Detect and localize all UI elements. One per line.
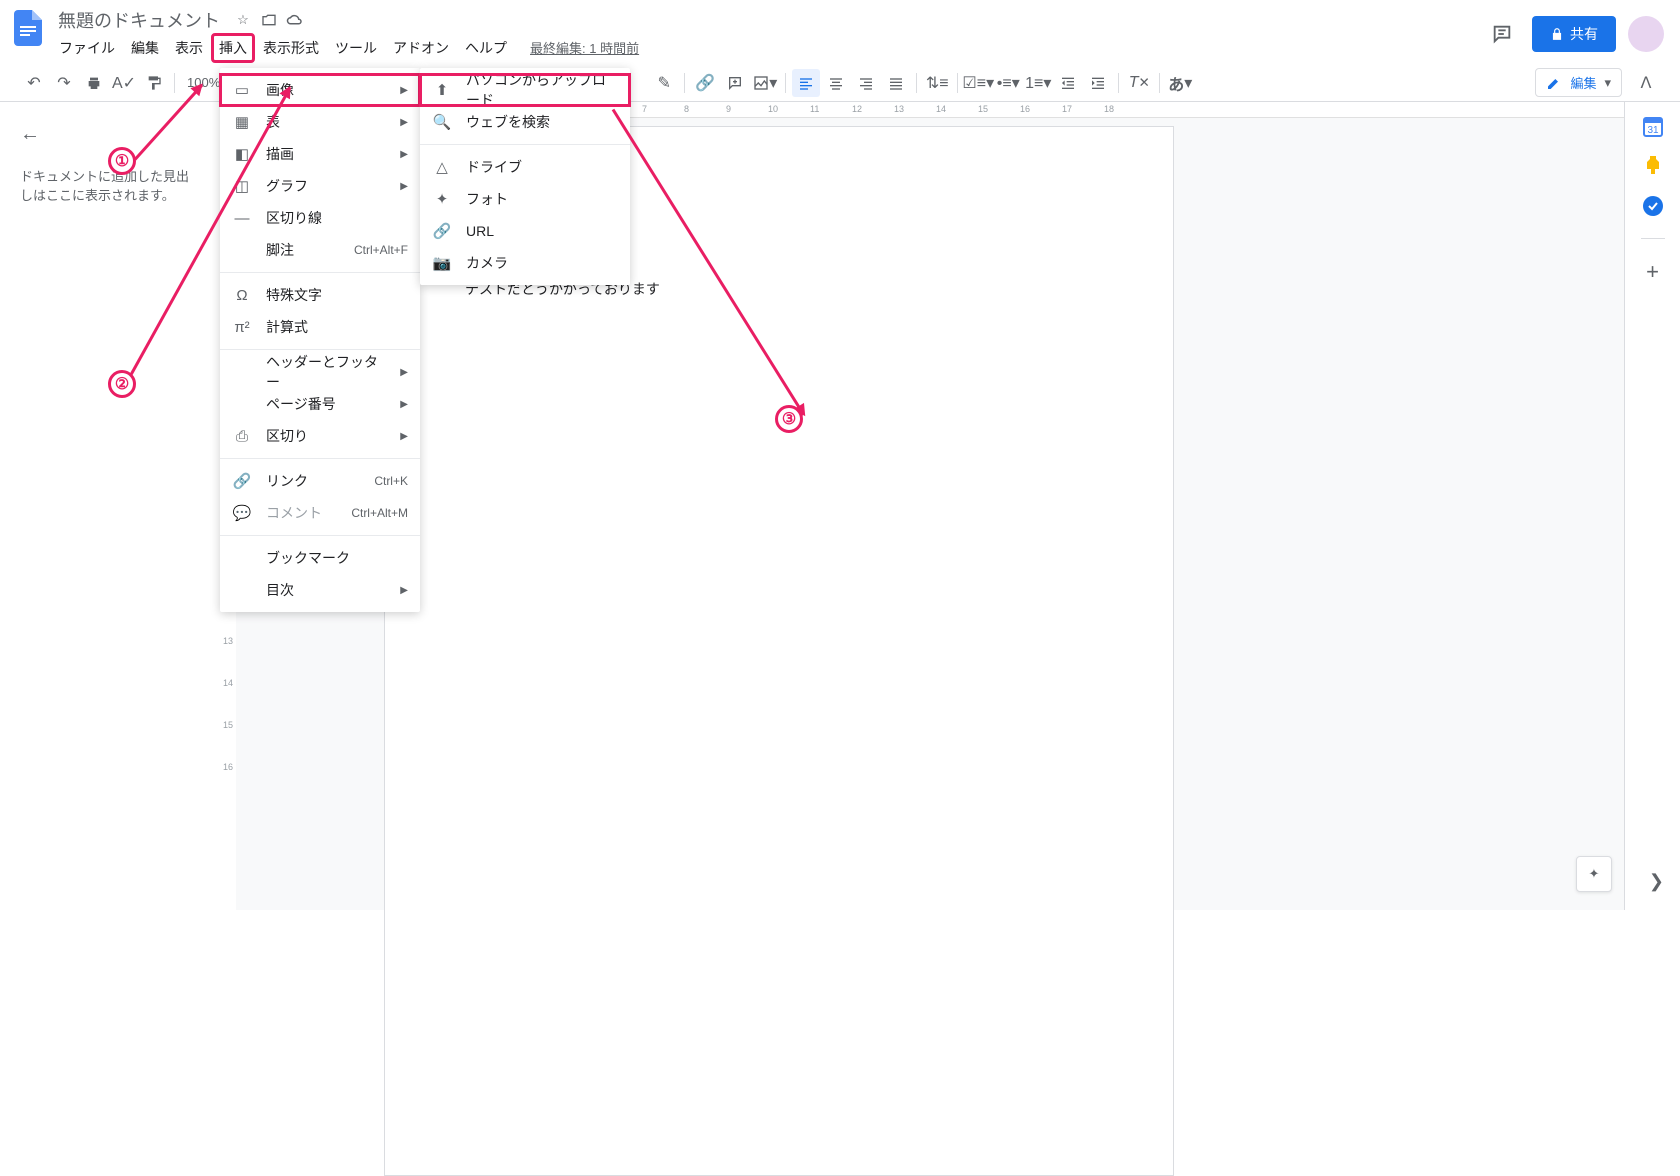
annotation-badge-2: ②	[108, 370, 136, 398]
cloud-icon[interactable]	[286, 11, 304, 29]
highlight-icon[interactable]: ✎	[650, 69, 678, 97]
tasks-icon[interactable]	[1641, 194, 1665, 218]
image-photos[interactable]: ✦フォト	[420, 183, 630, 215]
insert-page-number[interactable]: ページ番号▶	[220, 388, 420, 420]
insert-dropdown: ▭画像▶ ▦表▶ ◧描画▶ ◫グラフ▶ —区切り線 脚注Ctrl+Alt+F Ω…	[220, 68, 420, 612]
break-icon: ⎙	[232, 428, 252, 445]
menu-edit[interactable]: 編集	[124, 34, 166, 62]
insert-link[interactable]: 🔗リンクCtrl+K	[220, 465, 420, 497]
last-edit[interactable]: 最終編集: 1 時間前	[526, 34, 643, 62]
document-title[interactable]: 無題のドキュメント	[52, 5, 226, 35]
omega-icon: Ω	[232, 287, 252, 304]
table-icon: ▦	[232, 113, 252, 131]
insert-footnote[interactable]: 脚注Ctrl+Alt+F	[220, 234, 420, 266]
align-justify-icon[interactable]	[882, 69, 910, 97]
comments-icon[interactable]	[1484, 16, 1520, 52]
docs-logo[interactable]	[8, 8, 48, 48]
add-comment-icon[interactable]	[721, 69, 749, 97]
image-url[interactable]: 🔗URL	[420, 215, 630, 247]
link-icon[interactable]: 🔗	[691, 69, 719, 97]
redo-icon[interactable]: ↷	[50, 69, 78, 97]
avatar[interactable]	[1628, 16, 1664, 52]
bullet-list-icon[interactable]: •≡▾	[994, 69, 1022, 97]
keep-icon[interactable]	[1641, 154, 1665, 178]
upload-icon: ⬆	[432, 81, 452, 99]
image-drive[interactable]: △ドライブ	[420, 151, 630, 183]
insert-chart[interactable]: ◫グラフ▶	[220, 170, 420, 202]
menu-format[interactable]: 表示形式	[256, 34, 326, 62]
calendar-icon[interactable]: 31	[1641, 114, 1665, 138]
move-icon[interactable]	[260, 11, 278, 29]
title-area: 無題のドキュメント ☆ ファイル 編集 表示 挿入 表示形式 ツール アドオン …	[48, 8, 1484, 62]
photos-icon: ✦	[432, 190, 452, 208]
insert-special-chars[interactable]: Ω特殊文字	[220, 279, 420, 311]
line-spacing-icon[interactable]: ⇅≡	[923, 69, 951, 97]
image-icon: ▭	[232, 81, 252, 99]
search-icon: 🔍	[432, 113, 452, 131]
share-label: 共有	[1570, 24, 1598, 44]
image-submenu: ⬆パソコンからアップロード 🔍ウェブを検索 △ドライブ ✦フォト 🔗URL 📷カ…	[420, 68, 630, 285]
explore-button[interactable]: ✦	[1576, 856, 1612, 892]
hr-icon: —	[232, 210, 252, 227]
align-left-icon[interactable]	[792, 69, 820, 97]
header-right: 共有	[1484, 8, 1664, 52]
paint-format-icon[interactable]	[140, 69, 168, 97]
collapse-toolbar-icon[interactable]: ᐱ	[1632, 69, 1660, 97]
menu-view[interactable]: 表示	[168, 34, 210, 62]
header: 無題のドキュメント ☆ ファイル 編集 表示 挿入 表示形式 ツール アドオン …	[0, 0, 1680, 64]
input-tools-icon[interactable]: あ▾	[1166, 69, 1194, 97]
insert-equation[interactable]: π²計算式	[220, 311, 420, 343]
outline-hint: ドキュメントに追加した見出しはここに表示されます。	[20, 166, 200, 204]
pi-icon: π²	[232, 319, 252, 336]
side-panel: 31 +	[1624, 102, 1680, 910]
insert-comment: 💬コメントCtrl+Alt+M	[220, 497, 420, 529]
print-icon[interactable]	[80, 69, 108, 97]
annotation-badge-1: ①	[108, 147, 136, 175]
annotation-badge-3: ③	[775, 405, 803, 433]
share-button[interactable]: 共有	[1532, 16, 1616, 52]
svg-text:31: 31	[1647, 125, 1659, 136]
menu-tools[interactable]: ツール	[328, 34, 384, 62]
insert-bookmark[interactable]: ブックマーク	[220, 542, 420, 574]
clear-format-icon[interactable]: T✕	[1125, 69, 1153, 97]
outline-panel: ← ドキュメントに追加した見出しはここに表示されます。	[0, 102, 220, 910]
menu-file[interactable]: ファイル	[52, 34, 122, 62]
link-icon: 🔗	[232, 472, 252, 490]
image-upload[interactable]: ⬆パソコンからアップロード	[420, 74, 630, 106]
camera-icon: 📷	[432, 254, 452, 272]
undo-icon[interactable]: ↶	[20, 69, 48, 97]
insert-break[interactable]: ⎙区切り▶	[220, 420, 420, 452]
editing-mode[interactable]: 編集 ▾	[1535, 68, 1622, 97]
insert-toc[interactable]: 目次▶	[220, 574, 420, 606]
editing-mode-label: 編集	[1570, 73, 1596, 92]
star-icon[interactable]: ☆	[234, 11, 252, 29]
insert-image[interactable]: ▭画像▶	[220, 74, 420, 106]
insert-header-footer[interactable]: ヘッダーとフッター▶	[220, 356, 420, 388]
indent-decrease-icon[interactable]	[1054, 69, 1082, 97]
menu-addons[interactable]: アドオン	[386, 34, 456, 62]
numbered-list-icon[interactable]: 1≡▾	[1024, 69, 1052, 97]
indent-increase-icon[interactable]	[1084, 69, 1112, 97]
menubar: ファイル 編集 表示 挿入 表示形式 ツール アドオン ヘルプ 最終編集: 1 …	[52, 34, 1484, 62]
insert-hr[interactable]: —区切り線	[220, 202, 420, 234]
insert-image-icon[interactable]: ▾	[751, 69, 779, 97]
url-icon: 🔗	[432, 222, 452, 240]
align-center-icon[interactable]	[822, 69, 850, 97]
image-search-web[interactable]: 🔍ウェブを検索	[420, 106, 630, 138]
drive-icon: △	[432, 158, 452, 176]
insert-drawing[interactable]: ◧描画▶	[220, 138, 420, 170]
add-addon-icon[interactable]: +	[1641, 259, 1665, 283]
side-panel-expand-icon[interactable]: ❯	[1649, 871, 1664, 892]
menu-insert[interactable]: 挿入	[212, 34, 254, 62]
chevron-right-icon: ▶	[400, 85, 408, 96]
checklist-icon[interactable]: ☑≡▾	[964, 69, 992, 97]
menu-help[interactable]: ヘルプ	[458, 34, 514, 62]
outline-back-icon[interactable]: ←	[20, 118, 52, 150]
comment-icon: 💬	[232, 504, 252, 522]
align-right-icon[interactable]	[852, 69, 880, 97]
image-camera[interactable]: 📷カメラ	[420, 247, 630, 279]
spellcheck-icon[interactable]: A✓	[110, 69, 138, 97]
insert-table[interactable]: ▦表▶	[220, 106, 420, 138]
